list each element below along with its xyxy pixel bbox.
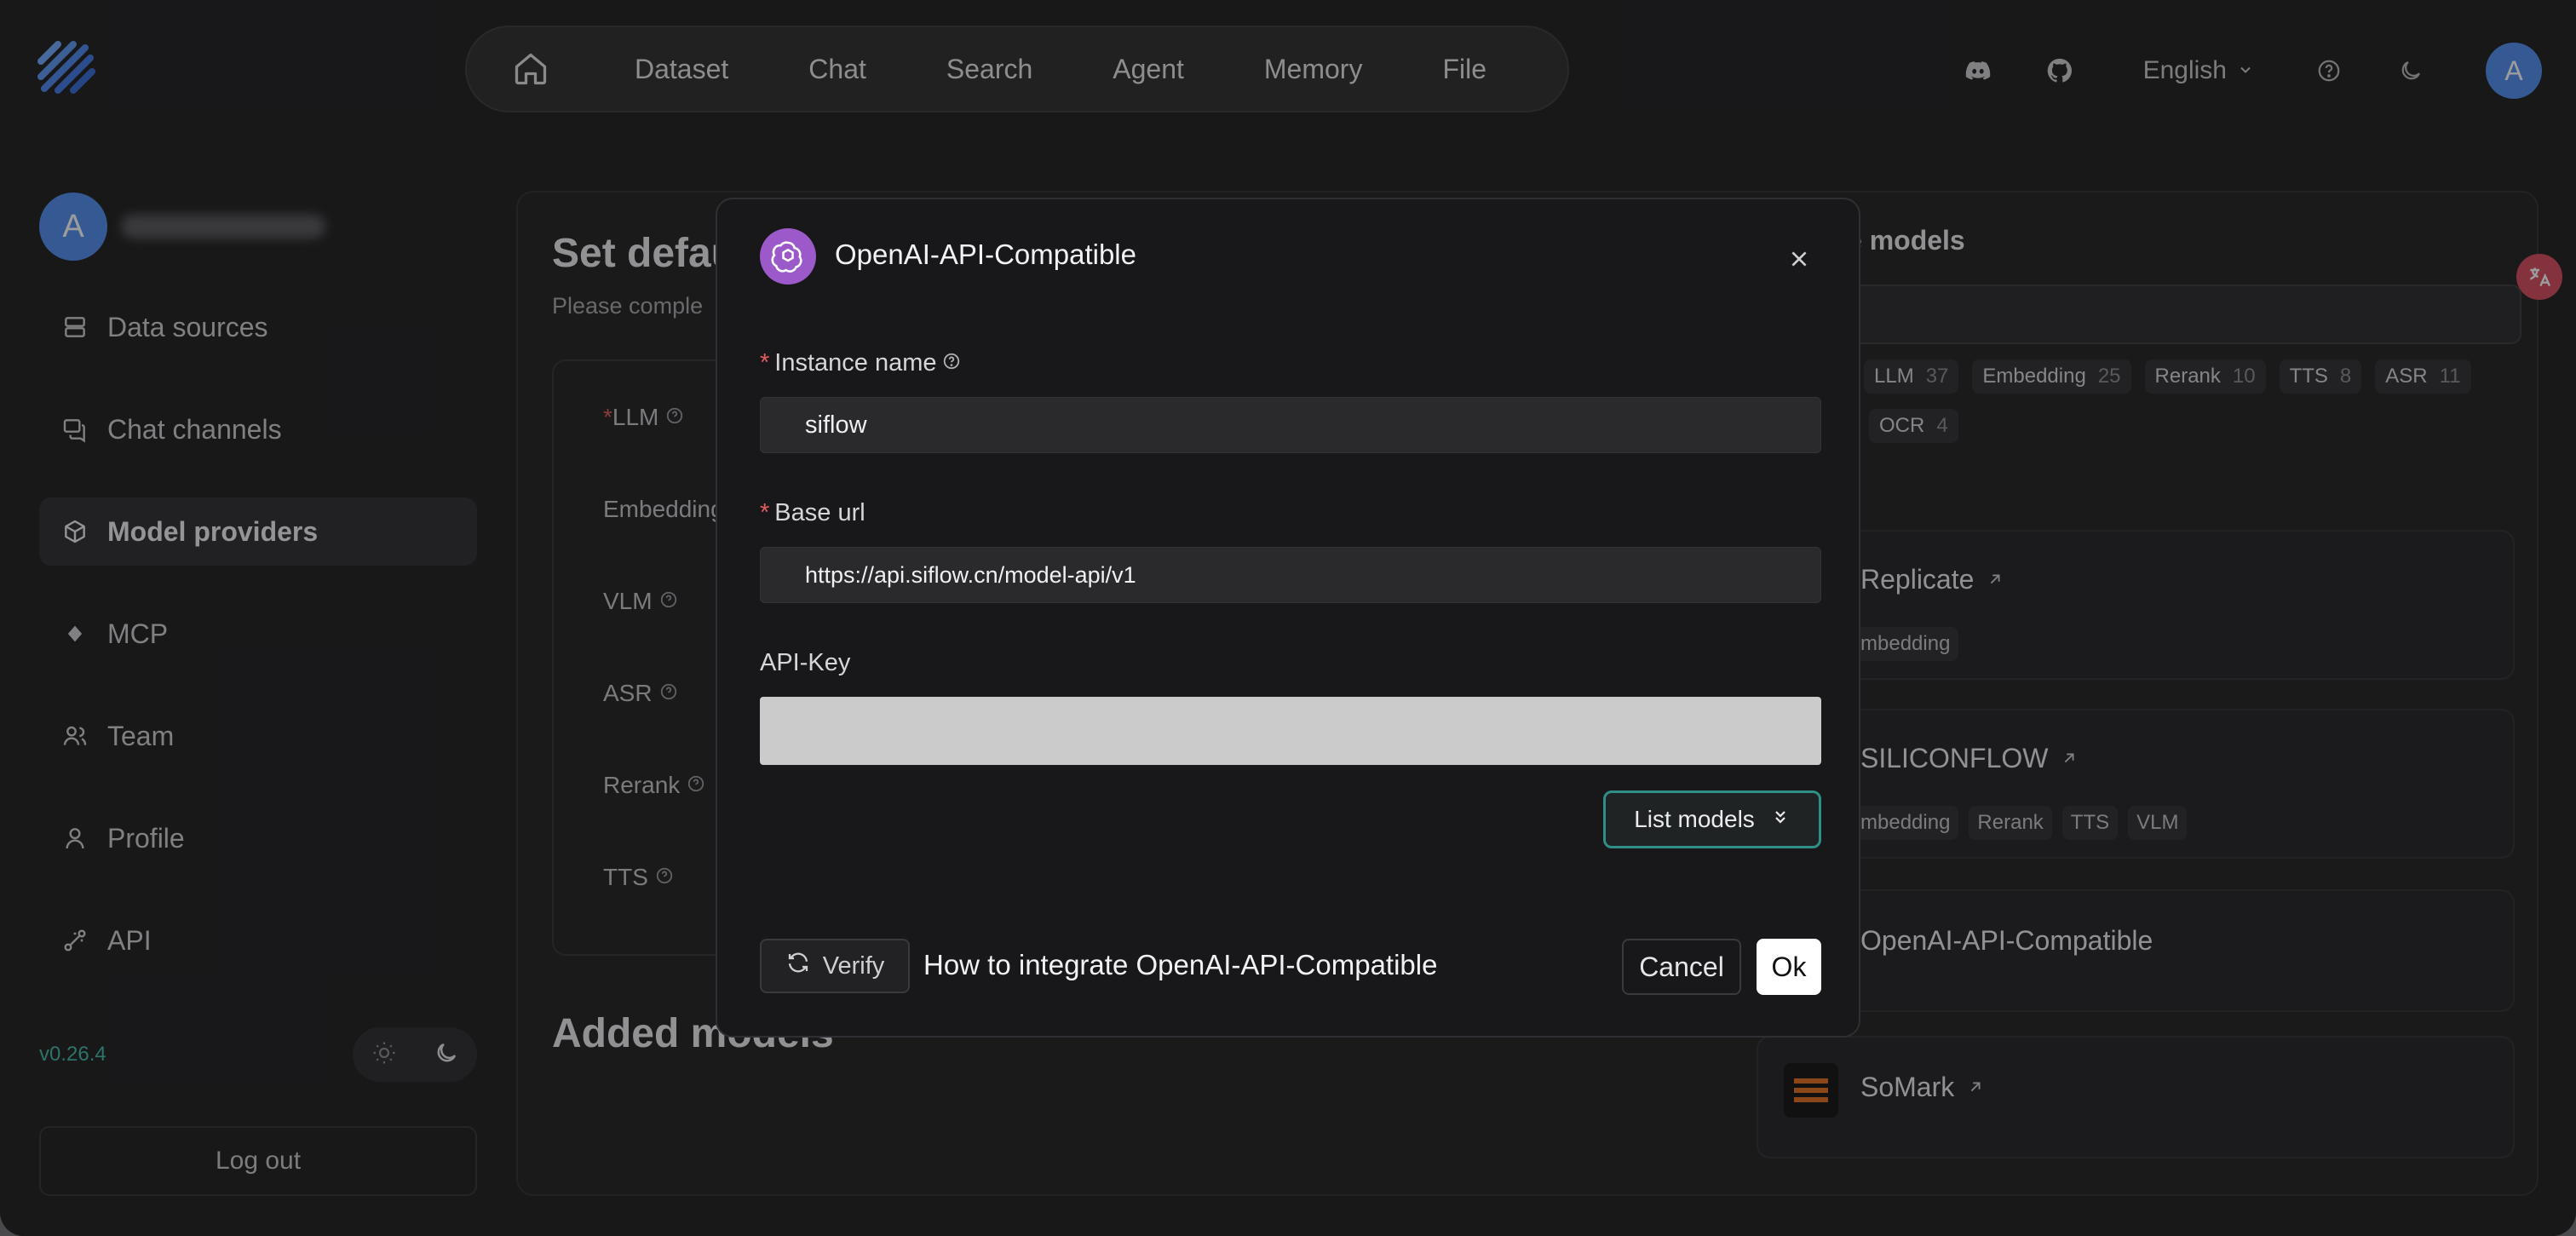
base-url-label: * Base url	[760, 499, 865, 526]
help-icon	[942, 349, 961, 377]
integration-guide-link[interactable]: How to integrate OpenAI-API-Compatible	[923, 949, 1437, 981]
required-marker: *	[760, 499, 770, 526]
provider-config-modal: OpenAI-API-Compatible * Instance name si…	[716, 198, 1860, 1038]
app-window: Dataset Chat Search Agent Memory File En…	[0, 0, 2576, 1236]
api-key-label: API-Key	[760, 649, 851, 676]
verify-button[interactable]: Verify	[760, 939, 910, 993]
api-key-input[interactable]	[760, 697, 1821, 765]
modal-title: OpenAI-API-Compatible	[835, 239, 1136, 270]
openai-logo-icon	[760, 228, 816, 285]
list-models-button[interactable]: List models	[1603, 790, 1821, 848]
instance-name-label: * Instance name	[760, 349, 961, 377]
refresh-icon	[785, 950, 811, 982]
ok-button[interactable]: Ok	[1757, 939, 1821, 995]
instance-name-input[interactable]: siflow	[760, 397, 1821, 453]
close-icon[interactable]	[1784, 244, 1814, 274]
required-marker: *	[760, 349, 770, 377]
cancel-button[interactable]: Cancel	[1622, 939, 1741, 995]
chevrons-down-icon	[1770, 806, 1791, 833]
base-url-input[interactable]: https://api.siflow.cn/model-api/v1	[760, 547, 1821, 603]
